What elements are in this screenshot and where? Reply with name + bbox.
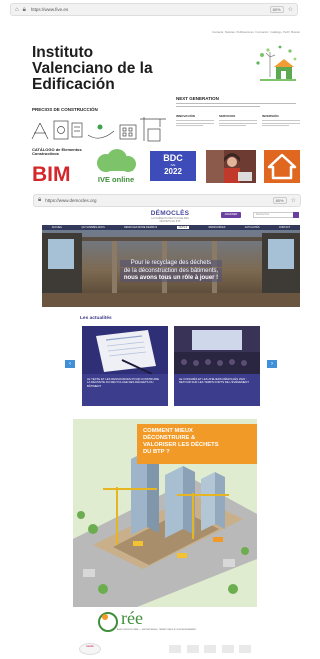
nav-item[interactable]: ACCUEIL xyxy=(52,226,62,229)
news-card-title[interactable]: LE TEXTE ET LES RESSOURCES POUR CONSTRUI… xyxy=(87,377,163,388)
sponsor-logo-icon xyxy=(204,645,216,653)
sponsor-logos xyxy=(169,645,251,655)
ive-top-nav: Contacta Noticias Publicaciones Formació… xyxy=(212,30,300,34)
search-input[interactable]: Rechercher xyxy=(253,212,299,218)
hero-line: nous avons tous un rôle à jouer ! xyxy=(120,275,222,282)
sponsor-logo-icon xyxy=(186,645,199,653)
ive-online-logo-icon[interactable]: IVE online xyxy=(92,149,140,185)
nav-link[interactable]: Publicaciones xyxy=(237,30,254,34)
news-card-image xyxy=(174,326,260,374)
nav-link[interactable]: Perfil xyxy=(283,30,289,34)
nav-item[interactable]: CONTACT xyxy=(279,226,290,229)
slider-prev-button[interactable]: ‹ xyxy=(65,360,75,368)
news-card-caption: LE TEXTE ET LES RESSOURCES POUR CONSTRUI… xyxy=(82,374,168,406)
main-nav: ACCUEIL QUI SOMMES-NOUS DEMOCLES MODE D'… xyxy=(42,225,300,230)
browser-address-bar[interactable]: 🔒︎ https://www.democles.org 80% ☆ xyxy=(33,194,301,207)
ng-column-title: SERVICIOS xyxy=(219,114,236,118)
zoom-level[interactable]: 80% xyxy=(269,6,284,13)
green-house-logo-icon xyxy=(256,45,297,81)
next-generation-intro xyxy=(176,103,296,109)
bdc-ive-2022-tile[interactable]: BDC IVE 2022 xyxy=(150,151,196,181)
page-title: Instituto Valenciano de la Edificación xyxy=(32,44,153,93)
home-icon[interactable]: ⌂ xyxy=(15,7,19,13)
presenter-photo-icon xyxy=(206,150,256,183)
nav-item-active[interactable]: OUTILS xyxy=(176,226,190,229)
next-generation-heading: NEXT GENERATION xyxy=(176,96,219,101)
search-icon[interactable] xyxy=(293,212,299,218)
bookmark-star-icon[interactable]: ☆ xyxy=(288,6,293,13)
democles-logo[interactable]: DÉMOCLÈS LA FILIÈRE DU RECYCLAGE DES DÉC… xyxy=(150,210,190,223)
hero-banner: ACCUEIL QUI SOMMES-NOUS DEMOCLES MODE D'… xyxy=(42,225,300,307)
hero-line: Pour le recyclage des déchets xyxy=(120,260,222,267)
page-collage: ⌂ 🔒︎ https://www.five.es 80% ☆ Contacta … xyxy=(0,0,310,659)
ng-column[interactable]: SERVICIOS xyxy=(219,114,257,128)
nav-item[interactable]: ACTUALITÉS xyxy=(245,226,260,229)
nav-link[interactable]: Formación xyxy=(255,30,268,34)
lock-icon: 🔒︎ xyxy=(38,197,42,203)
precios-label: PRECIOS DE CONSTRUCCIÓN xyxy=(32,107,98,112)
nav-item[interactable]: DEMOCLES MODE D'EMPLOI xyxy=(124,226,157,229)
ng-column-title: INVERSIÓN xyxy=(262,114,279,118)
nav-link[interactable]: Contacta xyxy=(212,30,223,34)
url-text[interactable]: https://www.democles.org xyxy=(45,198,96,203)
nav-link[interactable]: Buscar xyxy=(291,30,300,34)
bookmark-star-icon[interactable]: ☆ xyxy=(291,197,296,204)
oree-logo-text: rée xyxy=(121,608,143,628)
brochure-cover: COMMENT MIEUX DÉCONSTRUIRE & VALORISER L… xyxy=(73,419,257,659)
bdc-title: BDC xyxy=(163,153,183,163)
brochure-title-line: DU BTP ? xyxy=(143,449,170,455)
oree-tagline: ASSOCIATION ORÉE — ENTREPRISES, TERRITOI… xyxy=(117,629,197,631)
bdc-year: 2022 xyxy=(164,167,182,176)
nav-item[interactable]: QUI SOMMES-NOUS xyxy=(81,226,104,229)
news-card[interactable]: LE CONGRÈS ET LES ATELIERS DÉMOCLÈS 2022… xyxy=(174,326,260,406)
house-icon-tile[interactable] xyxy=(264,150,300,183)
slider-next-button[interactable]: › xyxy=(267,360,277,368)
partner-logo: ba&do xyxy=(79,643,101,655)
browser-address-bar[interactable]: ⌂ 🔒︎ https://www.five.es 80% ☆ xyxy=(10,3,298,16)
news-card-caption: LE CONGRÈS ET LES ATELIERS DÉMOCLÈS 2022… xyxy=(174,374,260,406)
bim-logo-text: BIM xyxy=(32,163,71,184)
sponsor-logo-icon xyxy=(239,645,251,653)
brochure-title-line: DÉCONSTRUIRE & xyxy=(143,435,196,441)
news-card[interactable]: LE TEXTE ET LES RESSOURCES POUR CONSTRUI… xyxy=(82,326,168,406)
presenter-photo-tile[interactable] xyxy=(206,150,256,183)
brochure-title-banner: COMMENT MIEUX DÉCONSTRUIRE & VALORISER L… xyxy=(137,424,257,464)
next-generation-columns: INNOVACIÓN SERVICIOS INVERSIÓN xyxy=(176,114,300,128)
hero-line: de la déconstruction des bâtiments, xyxy=(120,267,222,275)
ive-online-text: IVE online xyxy=(98,175,134,184)
house-icon xyxy=(267,153,297,180)
ng-column[interactable]: INNOVACIÓN xyxy=(176,114,214,128)
adherer-button[interactable]: ADHÉRER xyxy=(221,212,241,218)
construction-prices-illustration-icon[interactable] xyxy=(30,113,175,145)
zoom-level[interactable]: 80% xyxy=(272,197,287,204)
lock-icon: 🔒︎ xyxy=(22,6,26,13)
news-heading: Les actualités xyxy=(80,316,112,321)
nav-item[interactable]: RESSOURCES xyxy=(209,226,226,229)
bim-logo-icon[interactable]: BIM xyxy=(31,162,83,184)
conference-photo-icon xyxy=(174,326,260,374)
ng-column-title: INNOVACIÓN xyxy=(176,114,195,118)
brochure-title-line: VALORISER LES DÉCHETS xyxy=(143,442,219,448)
news-card-title[interactable]: LE CONGRÈS ET LES ATELIERS DÉMOCLÈS 2022… xyxy=(179,377,255,385)
sponsor-logo-icon xyxy=(169,645,181,653)
brochure-title-line: COMMENT MIEUX xyxy=(143,428,193,434)
nav-link[interactable]: Catálogo xyxy=(270,30,281,34)
nav-link[interactable]: Noticias xyxy=(225,30,235,34)
news-card-image xyxy=(82,326,168,374)
document-photo-icon xyxy=(82,326,168,374)
sponsor-logo-icon xyxy=(221,645,234,653)
url-text[interactable]: https://www.five.es xyxy=(31,7,68,12)
catalogo-label[interactable]: CATÁLOGO de Elementos Constructivos xyxy=(32,147,90,157)
democles-tagline: LA FILIÈRE DU RECYCLAGE DES DÉCHETS DU B… xyxy=(151,217,189,223)
hero-message: Pour le recyclage des déchets de la déco… xyxy=(120,260,222,283)
search-placeholder: Rechercher xyxy=(256,213,270,216)
democles-logo-text: DÉMOCLÈS xyxy=(150,210,190,217)
ng-column[interactable]: INVERSIÓN xyxy=(262,114,300,128)
